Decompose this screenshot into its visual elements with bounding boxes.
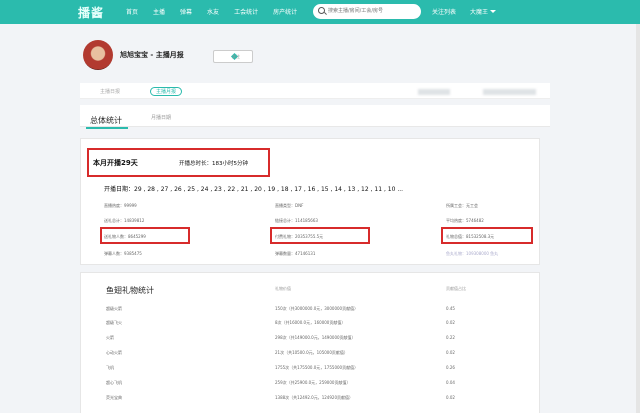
stat-value: 送礼总计：14839812 — [104, 218, 145, 223]
gift-section-title: 鱼翅礼物统计 — [106, 286, 154, 295]
gift-ratio: 0.26 — [446, 365, 455, 370]
total-duration: 开播总时长：183小时5分钟 — [179, 161, 248, 167]
tab-monthly-dates[interactable]: 月播日期 — [151, 114, 171, 121]
follow-list-link[interactable]: 关注列表 — [432, 7, 456, 16]
tab-monthly-report[interactable]: 主播月报 — [150, 87, 183, 96]
highlight-box — [270, 227, 370, 244]
gift-value: 21次（共10500.0元，105000贡献值） — [275, 350, 348, 355]
stat-value: 鱼丸礼物：109308000 鱼丸 — [446, 251, 499, 256]
stat-value: 平均热度：5746482 — [446, 218, 484, 223]
nav-guild-stats[interactable]: 工会统计 — [234, 7, 258, 16]
gift-name: 火箭 — [106, 335, 114, 340]
nav-home[interactable]: 首页 — [126, 7, 138, 16]
username[interactable]: 大魔王 — [470, 9, 488, 16]
search-icon[interactable] — [318, 7, 325, 14]
gift-ratio: 0.04 — [446, 380, 455, 385]
avatar — [83, 40, 113, 70]
follow-label: 关注 — [232, 54, 240, 59]
column-header: 贡献值占比 — [446, 286, 466, 291]
gift-name: 超级火箭 — [106, 306, 122, 311]
stat-value: 直播类型：DNF — [275, 203, 304, 208]
gift-name: 心动火箭 — [106, 350, 122, 355]
gift-value: 1755次（共175500.0元，1755000贡献值） — [275, 365, 359, 370]
top-navigation-bar: 播酱 首页 主播 弹幕 水友 工会统计 房产统计 关注列表 大魔王 — [0, 0, 640, 24]
gift-name: 超心飞机 — [106, 380, 122, 385]
gift-value: 298次（共149000.0元，1490000贡献值） — [275, 335, 356, 340]
page-title: 旭旭宝宝 - 主播月报 — [120, 51, 184, 59]
stat-value: 弹幕数量：47146131 — [275, 251, 316, 256]
gift-value: 8次（共16000.0元，160000贡献值） — [275, 320, 346, 325]
search-box[interactable] — [313, 4, 421, 19]
follow-button[interactable]: 关注 — [213, 50, 253, 63]
month-days: 本月开播29天 — [93, 159, 138, 167]
blurred-info — [418, 89, 450, 95]
stat-value: 所属工会：无工会 — [446, 203, 478, 208]
main-nav: 首页 主播 弹幕 水友 工会统计 房产统计 — [126, 7, 312, 16]
blurred-info — [483, 89, 536, 95]
search-input[interactable] — [328, 6, 416, 16]
tab-daily-report[interactable]: 主播日报 — [100, 88, 120, 95]
tab-overall-stats[interactable]: 总体统计 — [90, 115, 122, 126]
highlight-box — [100, 227, 190, 244]
stat-value: 弹幕人数：9385475 — [104, 251, 142, 256]
gift-ratio: 0.22 — [446, 335, 455, 340]
user-menu[interactable]: 大魔王 — [470, 7, 497, 16]
stat-value: 链接总计：114185663 — [275, 218, 318, 223]
site-logo[interactable]: 播酱 — [78, 4, 104, 21]
gift-name: 超级飞火 — [106, 320, 122, 325]
gift-value: 1388次（共12492.0元，124920贡献值） — [275, 395, 353, 400]
gift-name: 荧光宝典 — [106, 395, 122, 400]
nav-danmaku[interactable]: 弹幕 — [180, 7, 192, 16]
gift-value: 150次（共3000000.0元，3000000贡献值） — [275, 306, 359, 311]
page-scrollbar[interactable] — [636, 24, 640, 413]
nav-anchors[interactable]: 主播 — [153, 7, 165, 16]
column-header: 礼物价值 — [275, 286, 291, 291]
nav-fans[interactable]: 水友 — [207, 7, 219, 16]
broadcast-days: 开播日期：29 , 28 , 27 , 26 , 25 , 24 , 23 , … — [104, 186, 404, 193]
gift-ratio: 0.02 — [446, 350, 455, 355]
gift-ratio: 0.02 — [446, 320, 455, 325]
nav-room-stats[interactable]: 房产统计 — [273, 7, 297, 16]
chevron-down-icon[interactable] — [490, 10, 497, 13]
gift-ratio: 0.45 — [446, 306, 455, 311]
stat-value: 直播热度：99999 — [104, 203, 137, 208]
gift-name: 飞机 — [106, 365, 114, 370]
active-tab-indicator — [86, 127, 128, 129]
gift-ratio: 0.02 — [446, 395, 455, 400]
gift-value: 259次（共25900.0元，259000贡献值） — [275, 380, 351, 385]
highlight-box — [441, 227, 533, 244]
